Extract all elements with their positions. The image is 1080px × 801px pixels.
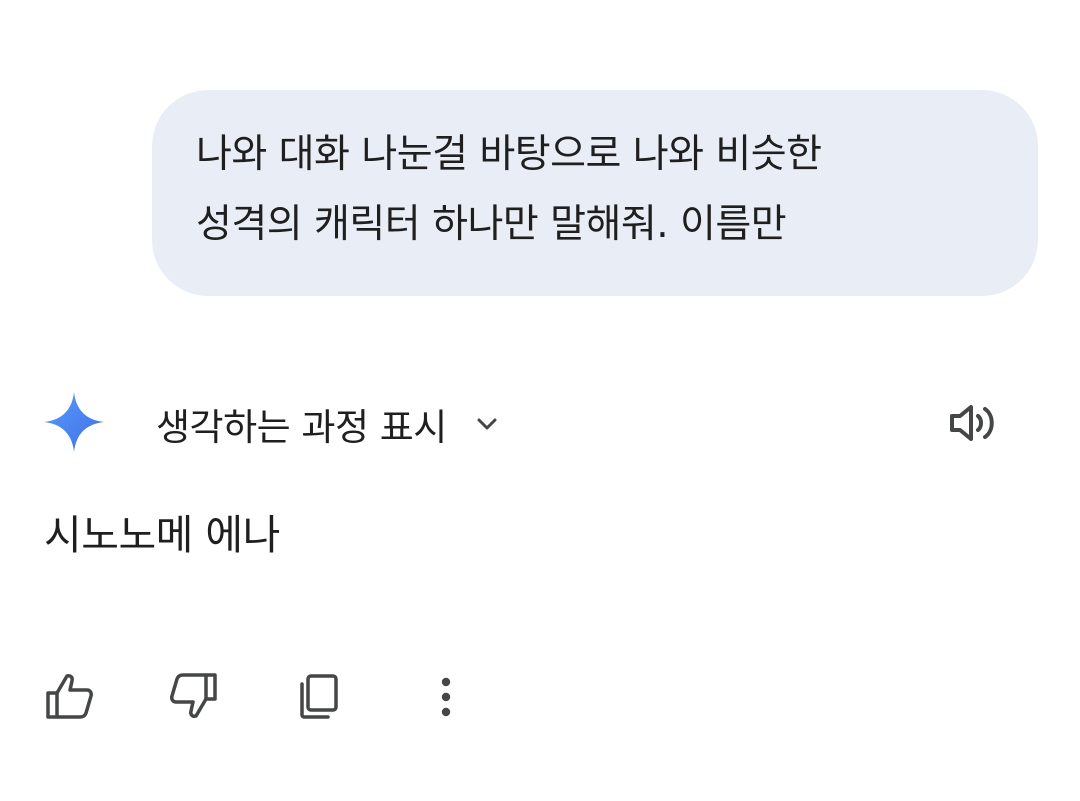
assistant-answer: 시노노메 에나: [44, 511, 280, 559]
more-options-button[interactable]: [418, 668, 474, 724]
user-message-bubble: 나와 대화 나눈걸 바탕으로 나와 비슷한 성격의 캐릭터 하나만 말해줘. 이…: [152, 90, 1038, 296]
copy-button[interactable]: [292, 668, 348, 724]
like-button[interactable]: [42, 668, 98, 724]
speaker-icon: [950, 405, 994, 441]
chat-page: 나와 대화 나눈걸 바탕으로 나와 비슷한 성격의 캐릭터 하나만 말해줘. 이…: [0, 0, 1080, 801]
dislike-button[interactable]: [165, 668, 221, 724]
user-message-line-2: 성격의 캐릭터 하나만 말해줘. 이름만: [196, 202, 787, 247]
gemini-sparkle-icon: [42, 390, 106, 454]
thumbs-down-icon: [170, 673, 217, 718]
chevron-down-icon: [477, 418, 497, 430]
user-message-line-1: 나와 대화 나눈걸 바탕으로 나와 비슷한: [196, 132, 822, 177]
show-thinking-label: 생각하는 과정 표시: [156, 406, 447, 449]
thumbs-up-icon: [46, 674, 93, 719]
more-vertical-icon: [441, 677, 451, 717]
read-aloud-button[interactable]: [946, 400, 1002, 446]
show-thinking-toggle[interactable]: 생각하는 과정 표시: [156, 396, 501, 452]
copy-icon: [300, 674, 338, 719]
